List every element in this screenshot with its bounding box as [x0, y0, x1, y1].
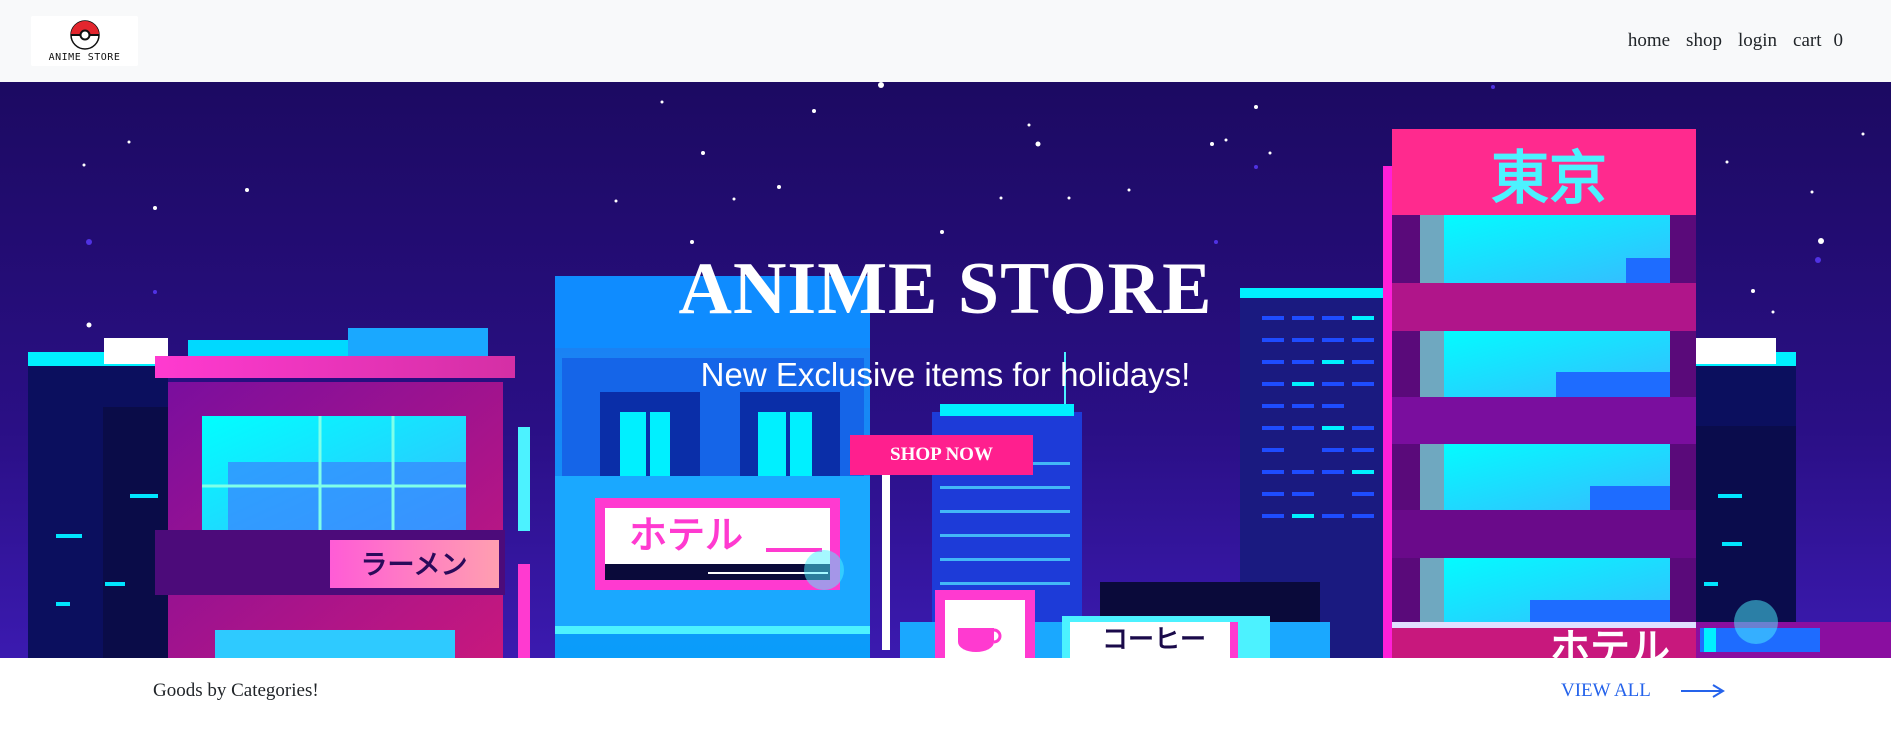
pokeball-icon [69, 19, 100, 50]
logo-text: ANIME STORE [48, 51, 121, 63]
view-all-link[interactable]: VIEW ALL [1561, 680, 1725, 702]
logo[interactable]: ANIME STORE [31, 16, 138, 66]
nav-link-home[interactable]: home [1620, 30, 1678, 52]
nav-link-cart[interactable]: cart [1785, 30, 1829, 52]
categories-section: Goods by Categories! VIEW ALL [0, 658, 1891, 740]
hero-banner: ラーメン ホテル コーヒー 東京 ホテル ANIME STORE New Exc… [0, 82, 1891, 658]
nav-link-login[interactable]: login [1730, 30, 1785, 52]
nav-links: home shop login cart 0 [1620, 30, 1843, 52]
hero-subtitle: New Exclusive items for holidays! [700, 356, 1191, 393]
arrow-right-icon [1680, 684, 1725, 698]
cart-count-badge: 0 [1833, 30, 1844, 51]
shop-now-button[interactable]: SHOP NOW [850, 435, 1033, 475]
view-all-label: VIEW ALL [1561, 680, 1651, 701]
hero-title: ANIME STORE [678, 248, 1213, 330]
hero-content: ANIME STORE New Exclusive items for holi… [0, 82, 1891, 658]
categories-title: Goods by Categories! [153, 680, 319, 701]
navbar: ANIME STORE home shop login cart 0 [0, 0, 1891, 82]
nav-link-shop[interactable]: shop [1678, 30, 1730, 52]
